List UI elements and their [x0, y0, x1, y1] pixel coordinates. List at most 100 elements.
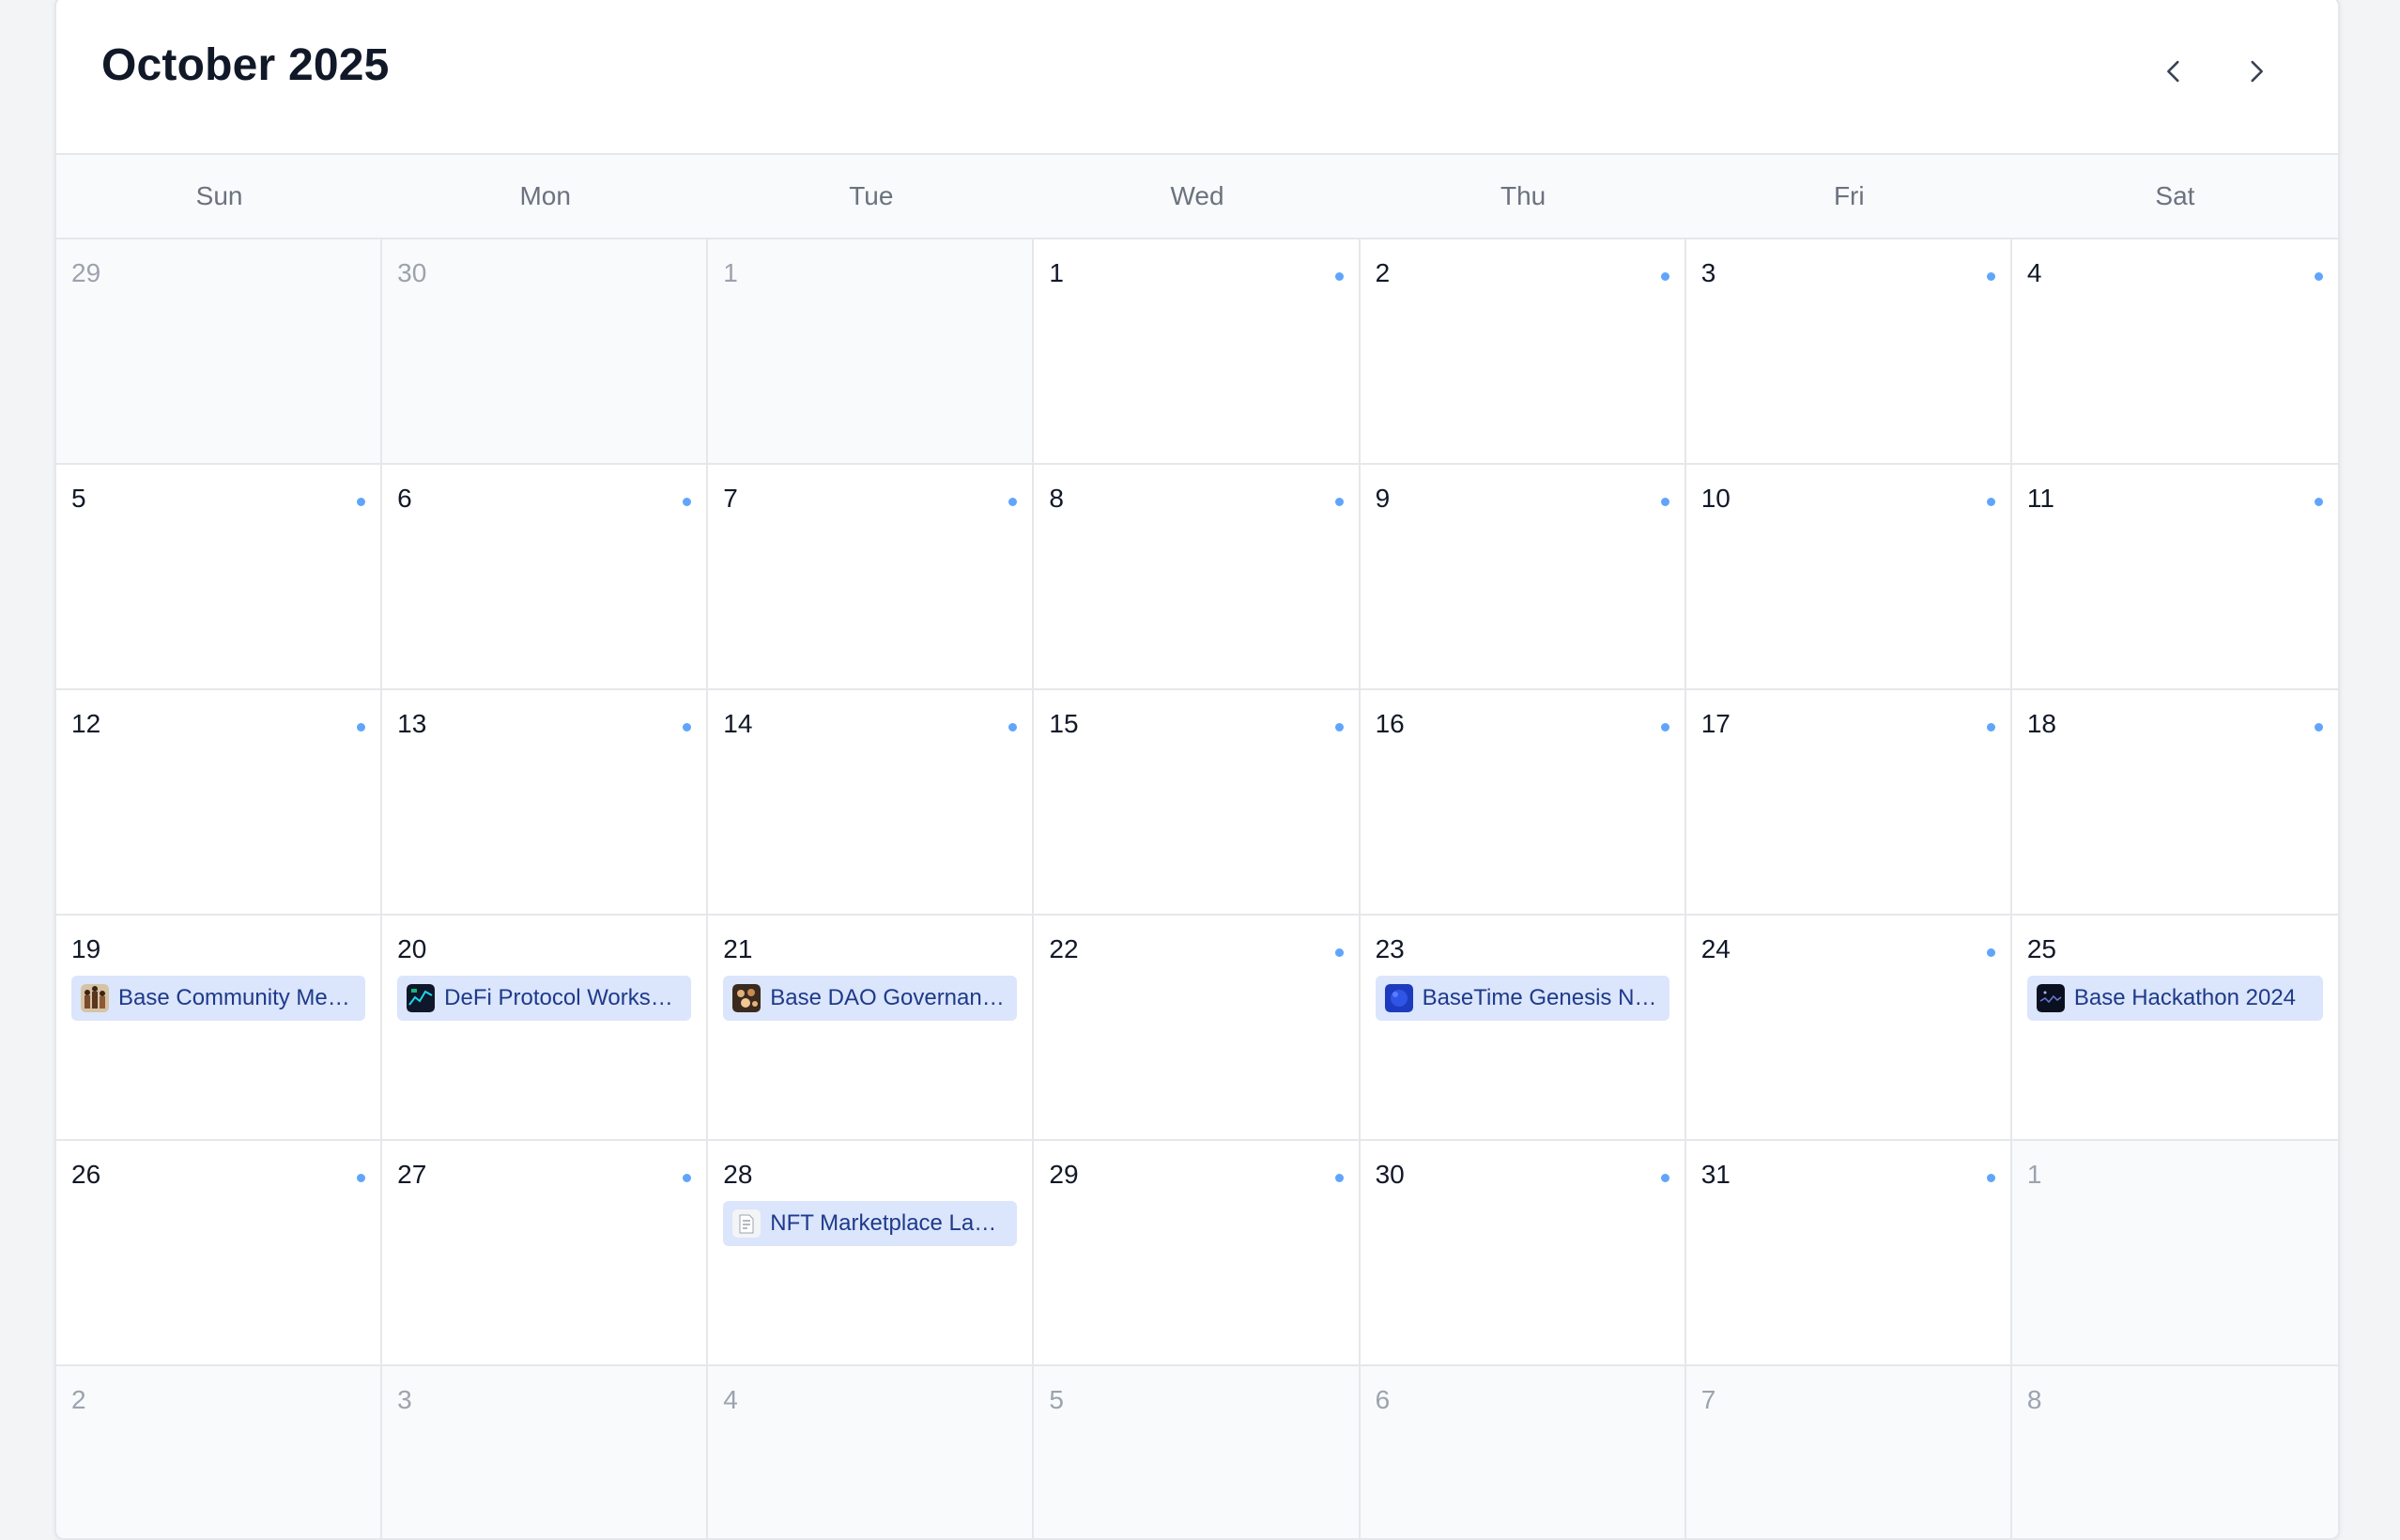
day-cell[interactable]: 4	[2011, 239, 2338, 465]
day-number: 15	[1049, 709, 1079, 738]
day-cell-outside-month[interactable]: 1	[708, 239, 1035, 465]
day-cell[interactable]: 25 Base Hackathon 2024	[2011, 916, 2338, 1141]
day-number: 12	[71, 709, 101, 738]
day-cell[interactable]: 10	[1685, 465, 2012, 690]
event-title: Base Hackathon 2024	[2073, 985, 2297, 1010]
weekday-label: Mon	[519, 181, 571, 210]
day-cell[interactable]: 30	[1360, 1141, 1686, 1366]
day-grid: 29 30 1 1 2 3 4 5 6 7 8 9 10 11 12 13 14 15 16 17 18 19 Base C…	[56, 239, 2338, 1538]
event-thumbnail-icon	[732, 1209, 762, 1238]
event-chip[interactable]: DeFi Protocol Works…	[397, 976, 692, 1021]
day-cell[interactable]: 13	[382, 690, 709, 916]
day-number: 16	[1375, 709, 1405, 738]
day-number: 6	[1375, 1385, 1391, 1414]
day-cell-outside-month[interactable]: 5	[1034, 1366, 1361, 1538]
day-cell[interactable]: 20 DeFi Protocol Works…	[382, 916, 709, 1141]
event-chip[interactable]: NFT Marketplace Lau…	[723, 1201, 1018, 1246]
day-cell[interactable]: 1	[1034, 239, 1361, 465]
event-indicator-dot	[357, 498, 366, 506]
day-cell[interactable]: 18	[2011, 690, 2338, 916]
day-cell[interactable]: 2	[1360, 239, 1686, 465]
event-thumbnail-icon	[81, 984, 109, 1012]
day-number: 17	[1700, 709, 1731, 738]
weekday-label: Tue	[849, 181, 894, 210]
day-number: 23	[1375, 934, 1405, 963]
day-number: 24	[1700, 934, 1731, 963]
day-cell[interactable]: 19 Base Community Me…	[56, 916, 383, 1141]
weekday-label: Sun	[195, 181, 243, 210]
day-cell-outside-month[interactable]: 7	[1685, 1366, 2012, 1538]
event-indicator-dot	[357, 1174, 366, 1182]
day-number: 8	[1049, 484, 1064, 513]
day-cell[interactable]: 7	[708, 465, 1035, 690]
prev-month-button[interactable]	[2146, 43, 2202, 100]
day-cell[interactable]: 22	[1034, 916, 1361, 1141]
day-cell-outside-month[interactable]: 3	[382, 1366, 709, 1538]
day-number: 3	[1700, 258, 1716, 287]
day-cell[interactable]: 9	[1360, 465, 1686, 690]
day-number: 10	[1700, 484, 1731, 513]
event-chip[interactable]: Base DAO Governan…	[723, 976, 1018, 1021]
chevron-left-icon	[2167, 60, 2179, 83]
day-cell[interactable]: 5	[56, 465, 383, 690]
event-title: BaseTime Genesis N…	[1422, 985, 1657, 1010]
day-number: 7	[723, 484, 738, 513]
day-cell[interactable]: 31	[1685, 1141, 2012, 1366]
day-cell[interactable]: 16	[1360, 690, 1686, 916]
weekday-label: Thu	[1500, 181, 1546, 210]
day-cell[interactable]: 12	[56, 690, 383, 916]
day-cell-outside-month[interactable]: 30	[382, 239, 709, 465]
event-indicator-dot	[1986, 948, 1995, 957]
event-title: DeFi Protocol Works…	[444, 985, 673, 1010]
event-indicator-dot	[1660, 272, 1669, 281]
day-cell-outside-month[interactable]: 8	[2011, 1366, 2338, 1538]
event-chip[interactable]: Base Hackathon 2024	[2026, 976, 2323, 1021]
next-month-button[interactable]	[2228, 43, 2285, 100]
event-indicator-dot	[1334, 723, 1344, 732]
day-cell[interactable]: 24	[1685, 916, 2012, 1141]
day-number: 28	[723, 1160, 753, 1189]
day-cell[interactable]: 3	[1685, 239, 2012, 465]
day-cell-outside-month[interactable]: 4	[708, 1366, 1035, 1538]
event-indicator-dot	[1660, 498, 1669, 506]
event-title: NFT Marketplace Lau…	[770, 1210, 1008, 1236]
day-cell[interactable]: 27	[382, 1141, 709, 1366]
month-title: October 2025	[101, 40, 390, 90]
day-number: 22	[1049, 934, 1079, 963]
event-thumbnail-icon	[2036, 984, 2065, 1012]
day-cell-outside-month[interactable]: 1	[2011, 1141, 2338, 1366]
day-number: 25	[2026, 934, 2056, 963]
day-number: 29	[1049, 1160, 1079, 1189]
event-chip[interactable]: BaseTime Genesis N…	[1375, 976, 1669, 1021]
day-cell-outside-month[interactable]: 2	[56, 1366, 383, 1538]
day-cell[interactable]: 6	[382, 465, 709, 690]
day-number: 2	[71, 1385, 86, 1414]
day-cell[interactable]: 28 NFT Marketplace Lau…	[708, 1141, 1035, 1366]
weekday-label: Wed	[1170, 181, 1224, 210]
event-indicator-dot	[1986, 1174, 1995, 1182]
day-cell[interactable]: 14	[708, 690, 1035, 916]
day-number: 4	[2026, 258, 2042, 287]
day-number: 14	[723, 709, 753, 738]
day-cell[interactable]: 11	[2011, 465, 2338, 690]
event-title: Base DAO Governan…	[770, 985, 1005, 1010]
day-number: 1	[1049, 258, 1064, 287]
day-number: 20	[397, 934, 427, 963]
day-number: 30	[397, 258, 427, 287]
day-number: 27	[397, 1160, 427, 1189]
day-cell[interactable]: 15	[1034, 690, 1361, 916]
day-cell[interactable]: 26	[56, 1141, 383, 1366]
day-cell[interactable]: 29	[1034, 1141, 1361, 1366]
day-cell[interactable]: 17	[1685, 690, 2012, 916]
event-chip[interactable]: Base Community Me…	[71, 976, 366, 1021]
day-number: 26	[71, 1160, 101, 1189]
day-cell-outside-month[interactable]: 29	[56, 239, 383, 465]
day-cell-outside-month[interactable]: 6	[1360, 1366, 1686, 1538]
day-number: 5	[1049, 1385, 1064, 1414]
day-cell[interactable]: 21 Base DAO Governan…	[708, 916, 1035, 1141]
day-cell[interactable]: 8	[1034, 465, 1361, 690]
calendar-card: October 2025 Sun Mon Tue Wed Thu Fri Sat…	[54, 0, 2340, 1540]
day-cell[interactable]: 23 BaseTime Genesis N…	[1360, 916, 1686, 1141]
weekday-label: Fri	[1833, 181, 1865, 210]
event-indicator-dot	[1334, 272, 1344, 281]
